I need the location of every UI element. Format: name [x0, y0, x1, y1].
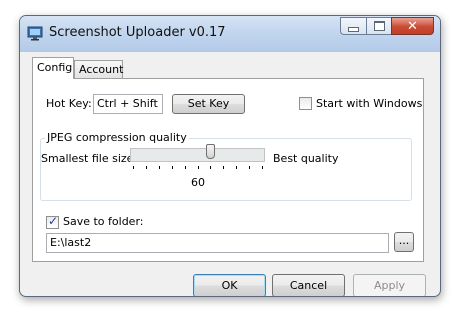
close-button[interactable]: ✕: [391, 17, 434, 35]
folder-path-field[interactable]: E:\last2: [46, 233, 389, 253]
slider-tick: [223, 166, 225, 169]
minimize-icon: [348, 26, 359, 32]
cancel-button[interactable]: Cancel: [272, 274, 345, 296]
slider-tick: [249, 166, 251, 169]
dialog-body: Config Account Hot Key: Ctrl + Shift + S…: [27, 52, 432, 296]
slider-tick: [236, 166, 238, 169]
save-to-folder-label: Save to folder:: [63, 215, 144, 228]
slider-max-label: Best quality: [273, 152, 339, 165]
caption-buttons: ✕: [340, 17, 434, 36]
slider-tick: [197, 166, 199, 169]
title-bar[interactable]: Screenshot Uploader v0.17 ✕: [20, 16, 440, 52]
window-title: Screenshot Uploader v0.17: [49, 25, 226, 40]
maximize-button[interactable]: [366, 17, 391, 35]
jpeg-quality-group: JPEG compression quality Smallest file s…: [40, 131, 412, 201]
slider-tick: [133, 166, 134, 169]
browse-button[interactable]: ...: [394, 232, 414, 252]
slider-min-label: Smallest file size: [41, 152, 134, 165]
monitor-icon: [27, 26, 43, 41]
quality-slider-track[interactable]: [130, 148, 265, 162]
config-panel: Hot Key: Ctrl + Shift + Set Key Start wi…: [32, 78, 424, 262]
ok-button[interactable]: OK: [193, 274, 266, 296]
hotkey-field[interactable]: Ctrl + Shift +: [93, 94, 163, 114]
slider-tick: [158, 166, 160, 169]
jpeg-quality-group-title: JPEG compression quality: [45, 131, 189, 144]
slider-tick: [210, 166, 212, 169]
apply-button[interactable]: Apply: [353, 274, 426, 296]
slider-tick: [262, 166, 263, 169]
hotkey-label: Hot Key:: [46, 97, 92, 110]
slider-tick: [145, 166, 147, 169]
slider-tick: [184, 166, 186, 169]
close-icon: ✕: [407, 18, 418, 34]
app-window: Screenshot Uploader v0.17 ✕ Config Accou…: [19, 15, 441, 297]
quality-slider-thumb[interactable]: [206, 144, 216, 159]
slider-tick: [171, 166, 173, 169]
tab-config[interactable]: Config: [32, 57, 74, 79]
start-with-windows-label: Start with Windows: [316, 97, 423, 110]
quality-value: 60: [191, 176, 205, 189]
checkmark-icon: ✓: [48, 214, 59, 228]
tab-account[interactable]: Account: [74, 60, 123, 78]
maximize-icon: [373, 21, 385, 31]
save-to-folder-checkbox[interactable]: ✓: [46, 214, 59, 229]
start-with-windows-checkbox[interactable]: [299, 97, 312, 110]
minimize-button[interactable]: [340, 17, 366, 35]
set-key-button[interactable]: Set Key: [172, 94, 245, 114]
